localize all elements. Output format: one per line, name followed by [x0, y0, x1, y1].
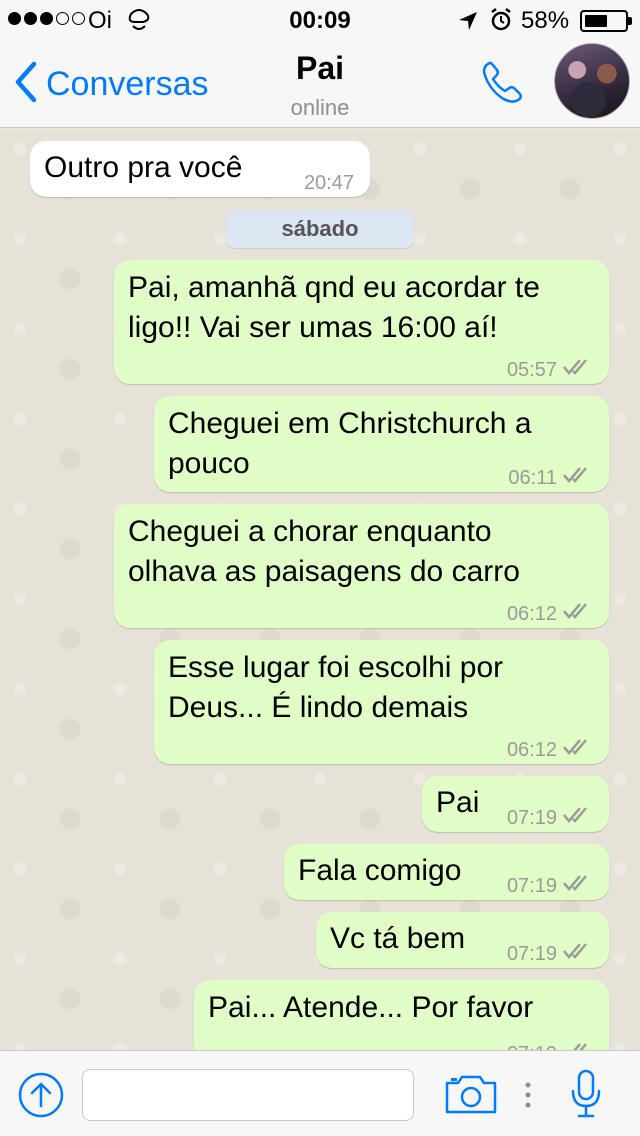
- phone-icon: [478, 61, 528, 112]
- message-bubble-outgoing[interactable]: Pai, amanhã qnd eu acordar te ligo!! Vai…: [114, 260, 609, 384]
- message-text-line: Deus... É lindo demais: [168, 691, 469, 724]
- message-time: 07:19: [507, 1034, 593, 1050]
- message-time: 06:12: [507, 730, 593, 770]
- message-text-line: Vc tá bem: [330, 922, 466, 955]
- battery-percentage: 58%: [521, 7, 570, 34]
- back-button[interactable]: Conversas: [14, 61, 209, 107]
- more-vertical-icon[interactable]: [524, 1081, 532, 1114]
- message-timestamp: 05:57: [506, 359, 557, 381]
- contact-status: online: [290, 95, 350, 120]
- message-text-line: Fala comigo: [298, 854, 462, 887]
- message-bubble-incoming[interactable]: Outro pra você 20:47: [30, 141, 370, 197]
- message-time: 06:11: [508, 458, 593, 498]
- contact-avatar[interactable]: [554, 43, 630, 119]
- double-check-icon: [563, 934, 593, 974]
- message-text-line: Pai... Atende... Por favor: [208, 991, 534, 1024]
- message-timestamp: 06:12: [506, 603, 557, 625]
- message-input[interactable]: [82, 1069, 414, 1121]
- message-bubble-outgoing[interactable]: Cheguei em Christchurch a pouco 06:11: [154, 396, 609, 492]
- message-text-line: olhava as paisagens do carro: [128, 555, 520, 588]
- message-time: 07:19: [507, 934, 593, 974]
- message-bubble-outgoing[interactable]: Pai... Atende... Por favor 07:19: [194, 980, 609, 1050]
- attach-button[interactable]: [17, 1071, 65, 1124]
- message-text: Outro pra você: [44, 151, 243, 184]
- upload-arrow-icon: [17, 1072, 65, 1123]
- message-time: 07:19: [507, 866, 593, 906]
- message-text-line: Esse lugar foi escolhi por: [168, 651, 504, 684]
- alarm-clock-icon: [490, 8, 512, 39]
- message-list[interactable]: Outro pra você 20:47 sábado Pai, amanhã …: [0, 129, 640, 1050]
- message-text-line: Cheguei a chorar enquanto: [128, 515, 492, 548]
- message-bubble-outgoing[interactable]: Cheguei a chorar enquanto olhava as pais…: [114, 504, 609, 628]
- message-timestamp: 07:19: [506, 875, 557, 897]
- chevron-left-icon: [14, 61, 38, 107]
- status-bar: Oi 00:09 58%: [0, 0, 640, 40]
- nav-bar: Conversas Pai online: [0, 40, 640, 128]
- double-check-icon: [563, 1034, 593, 1050]
- message-time: 20:47: [304, 163, 354, 203]
- message-time: 07:19: [507, 798, 593, 838]
- double-check-icon: [563, 798, 593, 838]
- chat-title[interactable]: Pai: [220, 50, 420, 87]
- message-text-line: Pai: [436, 786, 480, 819]
- message-text-line: pouco: [168, 447, 250, 480]
- call-button[interactable]: [478, 58, 528, 113]
- double-check-icon: [563, 594, 593, 634]
- message-time: 06:12: [507, 594, 593, 634]
- message-text-line: ligo!! Vai ser umas 16:00 aí!: [128, 311, 498, 344]
- location-arrow-icon: [458, 10, 478, 38]
- message-text-line: Cheguei em Christchurch a: [168, 407, 532, 440]
- message-timestamp: 06:12: [506, 739, 557, 761]
- message-timestamp: 06:11: [508, 467, 557, 489]
- message-text-line: Pai, amanhã qnd eu acordar te: [128, 271, 540, 304]
- message-timestamp: 07:19: [507, 1034, 557, 1050]
- message-timestamp: 07:19: [506, 807, 557, 829]
- double-check-icon: [563, 458, 593, 498]
- double-check-icon: [563, 350, 593, 390]
- message-composer: [0, 1050, 640, 1136]
- microphone-button[interactable]: [570, 1069, 602, 1124]
- double-check-icon: [563, 866, 593, 906]
- message-bubble-outgoing[interactable]: Pai 07:19: [422, 776, 609, 832]
- message-bubble-outgoing[interactable]: Esse lugar foi escolhi por Deus... É lin…: [154, 640, 609, 764]
- camera-icon: [444, 1075, 498, 1119]
- message-time: 05:57: [507, 350, 593, 390]
- microphone-icon: [570, 1069, 602, 1123]
- message-bubble-outgoing[interactable]: Vc tá bem 07:19: [316, 912, 609, 968]
- message-timestamp: 07:19: [506, 943, 557, 965]
- back-label: Conversas: [46, 65, 209, 103]
- battery-icon: [580, 10, 632, 32]
- message-bubble-outgoing[interactable]: Fala comigo 07:19: [284, 844, 609, 900]
- message-timestamp: 20:47: [303, 172, 354, 194]
- camera-button[interactable]: [444, 1073, 498, 1120]
- date-separator: sábado: [226, 210, 414, 248]
- double-check-icon: [563, 730, 593, 770]
